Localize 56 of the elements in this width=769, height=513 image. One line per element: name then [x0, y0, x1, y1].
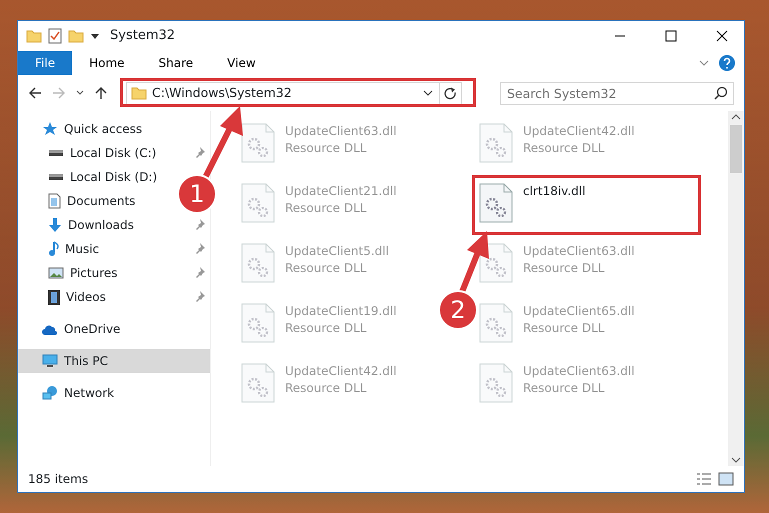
nav-item[interactable]: Network: [18, 381, 118, 405]
file-item[interactable]: clrt18iv.dll: [477, 181, 588, 225]
folder-icon: [131, 85, 147, 101]
star-icon: [42, 122, 58, 136]
close-icon: [716, 30, 728, 42]
nav-item[interactable]: Videos: [18, 285, 210, 309]
monitor-icon: [42, 354, 58, 368]
settings-file-icon: [241, 183, 275, 223]
settings-file-icon: [241, 123, 275, 163]
large-icons-view-icon[interactable]: [718, 472, 734, 486]
recent-dropdown-icon[interactable]: [76, 89, 84, 97]
window-title: System32: [110, 27, 176, 46]
folder-icon: [26, 28, 42, 44]
down-arrow-icon: [48, 217, 62, 233]
ribbon-tab[interactable]: Home: [72, 51, 142, 75]
drive-icon: [48, 174, 64, 180]
search-icon: [714, 86, 728, 100]
ribbon-tab[interactable]: View: [210, 51, 273, 75]
scrollbar[interactable]: [728, 111, 744, 466]
maximize-icon: [664, 30, 676, 42]
drive-icon: [48, 150, 64, 156]
arrow: [459, 231, 489, 294]
document-icon: [48, 193, 61, 209]
ribbon-tab[interactable]: Share: [142, 51, 210, 75]
nav-item[interactable]: Local Disk (C:): [18, 141, 210, 165]
nav-item[interactable]: Pictures: [18, 261, 210, 285]
back-icon[interactable]: [28, 86, 42, 100]
nav-item[interactable]: Quick access: [18, 117, 146, 141]
settings-file-icon: [241, 363, 275, 403]
details-view-icon[interactable]: [696, 472, 712, 486]
nav-item[interactable]: Local Disk (D:): [18, 165, 162, 189]
settings-file-icon: [479, 303, 513, 343]
music-note-icon: [48, 241, 59, 257]
nav-item[interactable]: Music: [18, 237, 210, 261]
settings-file-icon: [479, 243, 513, 283]
file-menu-button[interactable]: File: [18, 51, 72, 75]
nav-item[interactable]: This PC: [18, 349, 210, 373]
settings-file-icon: [479, 123, 513, 163]
refresh-icon[interactable]: [444, 86, 457, 100]
settings-file-icon: [479, 183, 513, 223]
nav-item[interactable]: Documents: [18, 189, 140, 213]
up-icon[interactable]: [94, 86, 108, 100]
search-field[interactable]: Search System32: [500, 82, 734, 104]
cloud-icon: [42, 324, 58, 334]
properties-icon[interactable]: [48, 28, 62, 44]
dropdown-icon[interactable]: [90, 31, 100, 41]
network-icon: [42, 386, 58, 400]
nav-item[interactable]: Downloads: [18, 213, 210, 237]
item-count: 185 items: [28, 471, 88, 488]
nav-item[interactable]: OneDrive: [18, 317, 124, 341]
picture-icon: [48, 267, 64, 279]
scroll-thumb[interactable]: [730, 125, 742, 173]
settings-file-icon: [241, 303, 275, 343]
settings-file-icon: [479, 363, 513, 403]
settings-file-icon: [241, 243, 275, 283]
film-icon: [48, 290, 60, 304]
